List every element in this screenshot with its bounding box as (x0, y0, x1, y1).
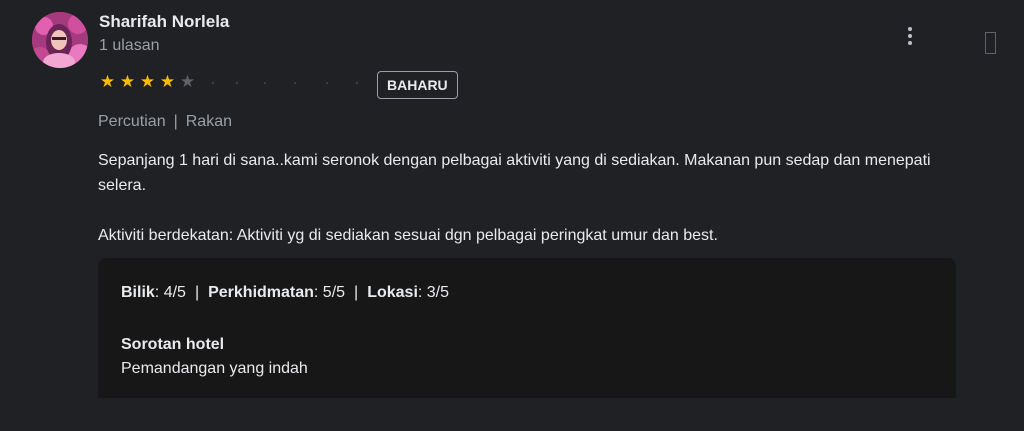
avatar[interactable] (32, 12, 88, 68)
new-badge: BAHARU (377, 71, 458, 99)
trip-type: Percutian (98, 113, 166, 130)
location-rating-label: Lokasi (367, 284, 418, 301)
star-icon: ★ (139, 72, 156, 91)
rating-separator: | (194, 284, 200, 301)
star-icon: ★ (99, 72, 116, 91)
room-rating-value: : 4/5 (154, 284, 186, 301)
highlights-text: Pemandangan yang indah (121, 360, 308, 377)
review-paragraph: Aktiviti berdekatan: Aktiviti yg di sedi… (98, 227, 718, 244)
trip-separator: | (173, 113, 178, 130)
trip-companion: Rakan (185, 113, 232, 130)
location-rating-value: : 3/5 (417, 284, 450, 301)
avatar-image (32, 12, 88, 68)
review-count[interactable]: 1 ulasan (99, 37, 160, 55)
more-options-button[interactable] (896, 22, 924, 50)
author-name[interactable]: Sharifah Norlela (99, 12, 229, 32)
rating-separator: | (354, 284, 359, 301)
review-card: Sharifah Norlela 1 ulasan ★ ★ ★ ★ ★ BAHA… (0, 0, 1024, 431)
star-rating: ★ ★ ★ ★ ★ (98, 71, 197, 93)
highlights-title: Sorotan hotel (121, 336, 225, 353)
review-paragraph: Sepanjang 1 hari di sana..kami seronok d… (98, 152, 931, 194)
side-scroll-indicator (985, 32, 996, 54)
sub-ratings: Bilik: 4/5 | Perkhidmatan: 5/5 | Lokasi: 3/5 (121, 284, 449, 302)
ratings-card: Bilik: 4/5 | Perkhidmatan: 5/5 | Lokasi: 3/5… (98, 258, 956, 398)
star-icon: ★ (119, 72, 136, 91)
trip-context: Percutian | Rakan (98, 113, 232, 131)
service-rating-value: : 5/5 (313, 284, 346, 301)
service-rating-label: Perkhidmatan (208, 284, 314, 301)
review-body: Sepanjang 1 hari di sana..kami seronok d… (98, 148, 958, 248)
faded-date-placeholder (206, 82, 366, 88)
star-icon: ★ (159, 72, 176, 91)
room-rating-label: Bilik (121, 284, 155, 301)
more-vert-icon (908, 27, 912, 31)
star-icon: ★ (179, 72, 196, 91)
